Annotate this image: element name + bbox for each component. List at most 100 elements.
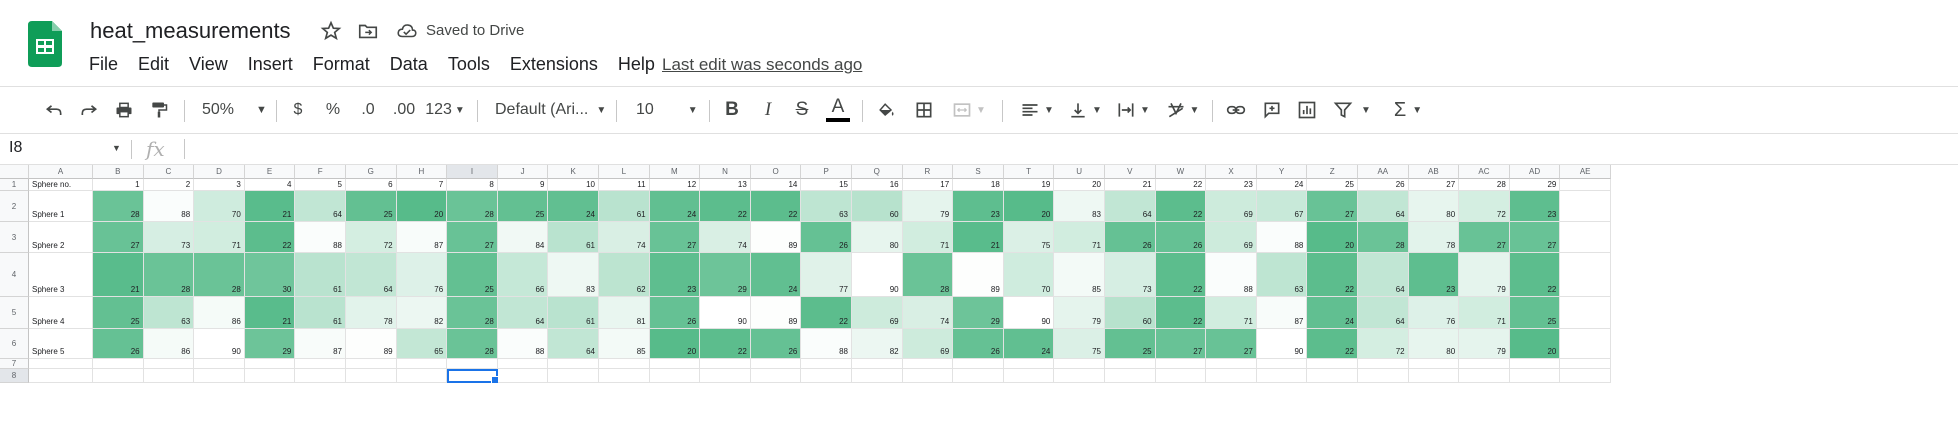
cell-u4[interactable]: 85: [1054, 253, 1105, 297]
cell-p6[interactable]: 88: [801, 329, 852, 359]
column-header-m[interactable]: M: [649, 165, 701, 179]
cell-v8[interactable]: [1105, 369, 1156, 383]
cell-j6[interactable]: 88: [497, 329, 549, 359]
cell-j1[interactable]: 9: [497, 179, 549, 191]
cell-g2[interactable]: 25: [346, 191, 397, 222]
cell-y2[interactable]: 67: [1256, 191, 1308, 222]
cell-q4[interactable]: 90: [852, 253, 903, 297]
cell-v1[interactable]: 21: [1105, 179, 1156, 191]
currency-format-button[interactable]: $: [287, 97, 309, 123]
cell-ac8[interactable]: [1459, 369, 1510, 383]
cell-g7[interactable]: [346, 359, 397, 369]
cell-g6[interactable]: 89: [346, 329, 397, 359]
cell-r1[interactable]: 17: [902, 179, 954, 191]
cell-w5[interactable]: 22: [1155, 297, 1207, 329]
column-header-ac[interactable]: AC: [1459, 165, 1510, 179]
filter-icon[interactable]: ▼: [1330, 97, 1374, 123]
cell-n4[interactable]: 29: [700, 253, 751, 297]
menu-extensions[interactable]: Extensions: [510, 54, 598, 78]
cell-d2[interactable]: 70: [194, 191, 245, 222]
cell-v7[interactable]: [1105, 359, 1156, 369]
cell-g8[interactable]: [346, 369, 397, 383]
cell-h3[interactable]: 87: [396, 222, 448, 253]
cell-ae7[interactable]: [1560, 359, 1611, 369]
cell-m8[interactable]: [649, 369, 701, 383]
cell-aa1[interactable]: 26: [1358, 179, 1409, 191]
cell-i6[interactable]: 28: [447, 329, 498, 359]
cell-f3[interactable]: 88: [295, 222, 346, 253]
cell-g4[interactable]: 64: [346, 253, 397, 297]
cell-ab3[interactable]: 78: [1408, 222, 1460, 253]
insert-comment-icon[interactable]: [1260, 97, 1284, 123]
cell-i5[interactable]: 28: [447, 297, 498, 329]
functions-icon[interactable]: Σ ▼: [1388, 97, 1428, 123]
cell-o1[interactable]: 14: [750, 179, 802, 191]
horizontal-align-icon[interactable]: ▼: [1018, 97, 1056, 123]
cell-k2[interactable]: 24: [548, 191, 599, 222]
cell-ab2[interactable]: 80: [1408, 191, 1460, 222]
cell-f4[interactable]: 61: [295, 253, 346, 297]
column-header-j[interactable]: J: [497, 165, 549, 179]
menu-format[interactable]: Format: [313, 54, 370, 78]
cell-e1[interactable]: 4: [244, 179, 296, 191]
column-header-i[interactable]: I: [447, 165, 498, 179]
cell-ac7[interactable]: [1459, 359, 1510, 369]
cell-a8[interactable]: [29, 369, 93, 383]
cell-k3[interactable]: 61: [548, 222, 599, 253]
cell-t6[interactable]: 24: [1003, 329, 1055, 359]
cell-o8[interactable]: [750, 369, 802, 383]
cell-s3[interactable]: 21: [953, 222, 1004, 253]
cell-b2[interactable]: 28: [93, 191, 144, 222]
cell-n5[interactable]: 90: [700, 297, 751, 329]
cell-s1[interactable]: 18: [953, 179, 1004, 191]
cell-a2[interactable]: Sphere 1: [29, 191, 93, 222]
cell-o2[interactable]: 22: [750, 191, 802, 222]
cell-y3[interactable]: 88: [1256, 222, 1308, 253]
cell-d6[interactable]: 90: [194, 329, 245, 359]
cell-aa7[interactable]: [1358, 359, 1409, 369]
row-header-5[interactable]: 5: [0, 297, 29, 329]
cell-i4[interactable]: 25: [447, 253, 498, 297]
column-header-k[interactable]: K: [548, 165, 599, 179]
cell-j3[interactable]: 84: [497, 222, 549, 253]
cell-c3[interactable]: 73: [143, 222, 195, 253]
cell-aa4[interactable]: 64: [1358, 253, 1409, 297]
cell-ae6[interactable]: [1560, 329, 1611, 359]
cell-ad5[interactable]: 25: [1509, 297, 1561, 329]
percent-format-button[interactable]: %: [322, 97, 344, 123]
cell-aa5[interactable]: 64: [1358, 297, 1409, 329]
cell-r6[interactable]: 69: [902, 329, 954, 359]
cell-aa8[interactable]: [1358, 369, 1409, 383]
row-header-8[interactable]: 8: [0, 369, 29, 383]
cell-ae3[interactable]: [1560, 222, 1611, 253]
cloud-saved-icon[interactable]: [396, 20, 418, 42]
cell-w7[interactable]: [1155, 359, 1207, 369]
cell-h7[interactable]: [396, 359, 448, 369]
column-header-c[interactable]: C: [143, 165, 195, 179]
column-header-y[interactable]: Y: [1256, 165, 1308, 179]
cell-i1[interactable]: 8: [447, 179, 498, 191]
text-wrapping-icon[interactable]: ▼: [1114, 97, 1152, 123]
cell-j4[interactable]: 66: [497, 253, 549, 297]
cell-m1[interactable]: 12: [649, 179, 701, 191]
cell-f6[interactable]: 87: [295, 329, 346, 359]
cell-v3[interactable]: 26: [1105, 222, 1156, 253]
column-header-ab[interactable]: AB: [1408, 165, 1460, 179]
cell-t8[interactable]: [1003, 369, 1055, 383]
menu-tools[interactable]: Tools: [448, 54, 490, 78]
cell-e4[interactable]: 30: [244, 253, 296, 297]
cell-c5[interactable]: 63: [143, 297, 195, 329]
cell-k1[interactable]: 10: [548, 179, 599, 191]
insert-link-icon[interactable]: [1224, 97, 1248, 123]
cell-m6[interactable]: 20: [649, 329, 701, 359]
cell-g1[interactable]: 6: [346, 179, 397, 191]
column-header-q[interactable]: Q: [852, 165, 903, 179]
select-all-corner[interactable]: [0, 165, 29, 179]
cell-t3[interactable]: 75: [1003, 222, 1055, 253]
menu-help[interactable]: Help: [618, 54, 655, 78]
cell-y7[interactable]: [1256, 359, 1308, 369]
cell-w6[interactable]: 27: [1155, 329, 1207, 359]
column-header-r[interactable]: R: [902, 165, 954, 179]
cell-ad2[interactable]: 23: [1509, 191, 1561, 222]
bold-button[interactable]: B: [720, 97, 744, 123]
